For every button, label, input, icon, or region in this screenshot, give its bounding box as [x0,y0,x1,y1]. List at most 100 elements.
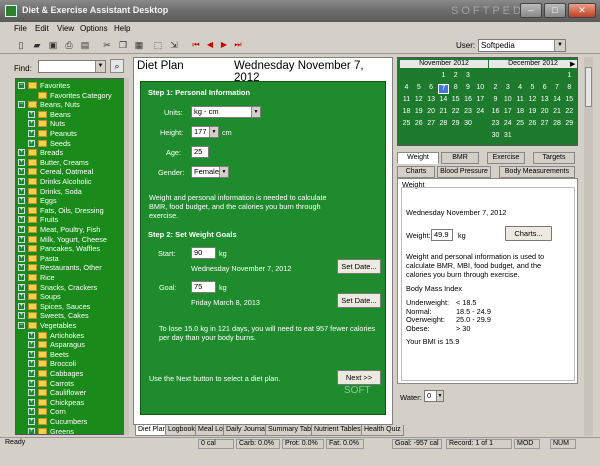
expand-icon[interactable]: + [18,254,25,262]
calendar-day[interactable]: 19 [527,108,538,118]
calendar-day[interactable]: 23 [463,108,474,118]
tab-bmr[interactable]: BMR [441,152,479,164]
goal-weight-field[interactable]: 75 [191,281,216,293]
calendar-day[interactable]: 4 [515,84,526,94]
scroll-thumb[interactable] [585,67,592,107]
chevron-down-icon[interactable]: ▼ [251,107,260,117]
units-select[interactable]: kg - cm ▼ [191,106,261,118]
select-icon[interactable]: ⬚ [152,39,164,51]
expand-icon[interactable]: + [28,408,35,416]
calendar-day[interactable]: 28 [552,120,563,130]
start-set-date-button[interactable]: Set Date... [337,259,381,274]
calendar-day[interactable]: 11 [515,96,526,106]
calendar-day[interactable]: 3 [463,72,474,82]
calendar-day[interactable]: 18 [515,108,526,118]
expand-icon[interactable]: + [18,226,25,233]
chevron-down-icon[interactable]: ▼ [209,127,218,137]
calendar-day[interactable]: 8 [450,84,461,94]
expand-icon[interactable]: + [18,149,25,157]
calendar-day[interactable]: 23 [490,120,501,130]
minimize-button[interactable]: – [520,3,542,18]
expand-icon[interactable]: + [18,158,25,166]
expand-icon[interactable]: + [18,245,25,253]
calendar-day[interactable]: 10 [502,96,513,106]
tab-body-measurements[interactable]: Body Measurements [499,166,575,178]
calendar-day[interactable]: 20 [539,108,550,118]
calendar-day[interactable]: 13 [539,96,550,106]
calendar-day[interactable]: 30 [490,132,501,142]
calendar-day[interactable]: 1 [438,72,449,82]
collapse-icon[interactable]: − [18,101,25,109]
tab-exercise[interactable]: Exercise [487,152,525,164]
food-category-tree[interactable]: − Favorites Favorites Category − Beans, Nuts… [15,78,127,435]
preview-icon[interactable]: ▤ [79,39,91,51]
expand-icon[interactable]: + [28,331,35,339]
right-scrollbar[interactable] [584,57,593,436]
expand-icon[interactable]: + [18,178,25,185]
height-select[interactable]: 177 ▼ [191,126,219,138]
expand-icon[interactable]: + [28,370,35,377]
collapse-icon[interactable]: − [18,82,25,89]
next-record-icon[interactable]: ▶ [218,39,230,51]
calendar-day[interactable]: 15 [564,96,575,106]
menu-edit[interactable]: Edit [35,24,49,33]
calendar-day[interactable]: 17 [475,96,486,106]
prev-record-icon[interactable]: ◀ [204,39,216,51]
expand-icon[interactable]: + [28,360,35,368]
last-record-icon[interactable]: ⏭ [232,39,244,51]
tab-daily-journal[interactable]: Daily Journal [223,425,270,436]
calendar-day[interactable]: 27 [539,120,550,130]
expand-icon[interactable]: + [18,235,25,243]
calendar-day[interactable]: 25 [515,120,526,130]
expand-icon[interactable]: + [28,350,35,358]
calendar-day[interactable]: 31 [502,132,513,142]
first-record-icon[interactable]: ⏮ [190,39,202,51]
calendar-day[interactable]: 20 [426,108,437,118]
calendar-day[interactable]: 11 [401,96,412,106]
calendar-day[interactable]: 7 [552,84,563,94]
calendar-day[interactable]: 2 [490,84,501,94]
tab-charts[interactable]: Charts [397,166,435,178]
paste-icon[interactable]: ▦ [133,39,145,51]
tab-weight[interactable]: Weight [397,152,439,164]
close-button[interactable]: ✕ [568,3,596,18]
chevron-down-icon[interactable]: ▼ [95,61,105,72]
expand-icon[interactable]: + [28,341,35,349]
calendar-day[interactable]: 7 [437,84,449,94]
expand-icon[interactable]: + [18,216,25,224]
calendar-day[interactable]: 21 [438,108,449,118]
calendar-day[interactable]: 26 [413,120,424,130]
calendar-next-icon[interactable]: ▶ [570,60,575,68]
new-icon[interactable]: ▯ [15,39,27,51]
calendar-day[interactable]: 8 [564,84,575,94]
calendar-day[interactable]: 2 [450,72,461,82]
calendar-day[interactable]: 1 [564,72,575,82]
expand-icon[interactable]: + [28,139,35,147]
calendar-day[interactable]: 6 [539,84,550,94]
print-icon[interactable]: ⎙ [63,39,75,51]
copy-icon[interactable]: ❐ [117,39,129,51]
calendar-day[interactable]: 12 [413,96,424,106]
expand-icon[interactable]: + [28,418,35,425]
calendar-day[interactable]: 14 [552,96,563,106]
expand-icon[interactable]: + [18,283,25,291]
chevron-down-icon[interactable]: ▼ [436,391,443,401]
menu-view[interactable]: View [57,24,74,33]
tab-targets[interactable]: Targets [533,152,575,164]
calendar-day[interactable]: 25 [401,120,412,130]
expand-icon[interactable]: + [28,130,35,137]
calendar-day[interactable]: 18 [401,108,412,118]
calendar-day[interactable]: 17 [502,108,513,118]
expand-icon[interactable]: + [18,168,25,176]
calendar-day[interactable]: 9 [490,96,501,106]
expand-icon[interactable]: + [18,274,25,281]
start-weight-field[interactable]: 90 [191,247,216,259]
menu-help[interactable]: Help [114,24,130,33]
next-button[interactable]: Next >> [337,370,381,385]
calendar-day[interactable]: 5 [527,84,538,94]
open-icon[interactable]: ▰ [31,39,43,51]
tab-nutrient-tables[interactable]: Nutrient Tables [311,425,364,436]
gender-select[interactable]: Female ▼ [191,166,229,178]
calendar-day[interactable]: 6 [426,84,437,94]
expand-icon[interactable]: + [18,302,25,310]
